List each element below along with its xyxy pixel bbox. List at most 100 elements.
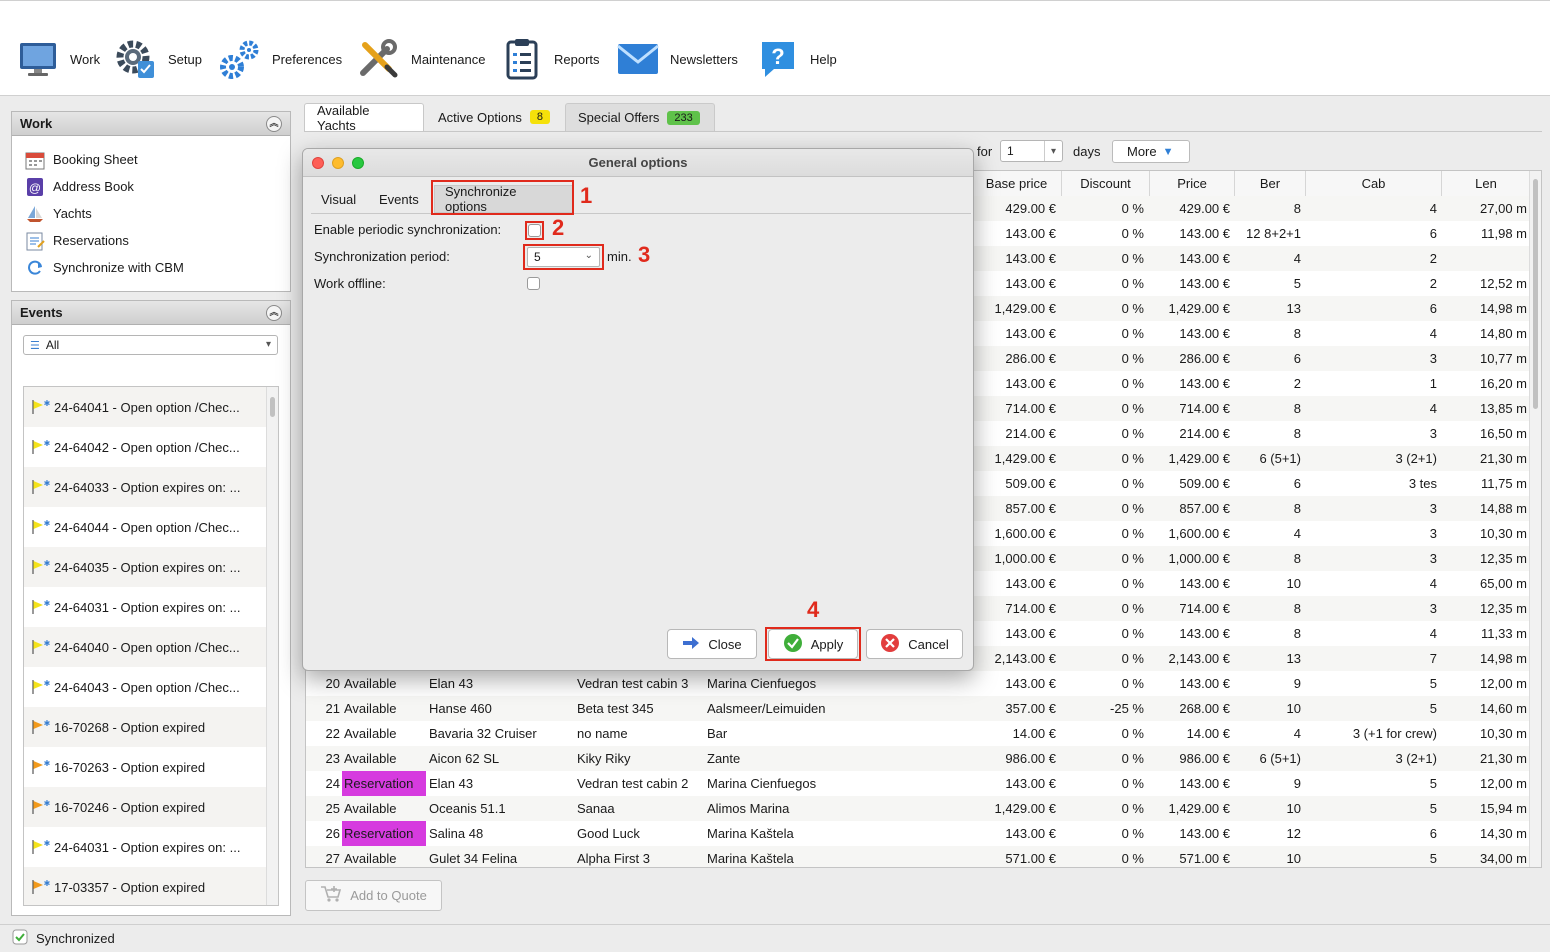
- column-header-ber[interactable]: Ber: [1235, 171, 1306, 197]
- list-item[interactable]: ✱ 16-70246 - Option expired: [24, 787, 278, 827]
- work-item-booking-sheet[interactable]: Booking Sheet: [12, 146, 290, 173]
- list-item[interactable]: ✱ 24-64031 - Option expires on: ...: [24, 827, 278, 867]
- events-list: ✱ 24-64041 - Open option /Chec... ✱ 24-6404…: [23, 386, 279, 906]
- status-cell: Reservation: [342, 821, 426, 846]
- days-select[interactable]: 1 ▾: [1000, 140, 1063, 162]
- table-cell: 986.00 €: [1005, 751, 1056, 766]
- list-item[interactable]: ✱ 24-64041 - Open option /Chec...: [24, 387, 278, 427]
- svg-text:✱: ✱: [44, 719, 51, 728]
- clipboard-icon: [500, 37, 544, 81]
- toolbar-preferences-button[interactable]: Preferences: [218, 37, 342, 81]
- table-row[interactable]: 20 Available Elan 43 Vedran test cabin 3 Mar…: [306, 671, 1531, 696]
- svg-text:✱: ✱: [44, 799, 51, 808]
- table-scrollbar[interactable]: [1529, 171, 1541, 867]
- cancel-x-icon: [880, 633, 900, 656]
- column-header-base-price[interactable]: Base price: [972, 171, 1062, 197]
- dialog-tab-label: Events: [379, 191, 419, 207]
- table-row[interactable]: 24 Reservation Elan 43 Vedran test cabin 2 M…: [306, 771, 1531, 796]
- table-cell: 3: [1429, 501, 1437, 516]
- list-item[interactable]: ✱ 24-64033 - Option expires on: ...: [24, 467, 278, 507]
- tab-active-options[interactable]: Active Options 8: [426, 103, 562, 131]
- toolbar-newsletters-button[interactable]: Newsletters: [616, 37, 738, 81]
- table-scrollbar-thumb[interactable]: [1533, 179, 1538, 409]
- table-cell: 143.00 €: [1179, 276, 1230, 291]
- table-cell: 143.00 €: [1179, 326, 1230, 341]
- dialog-tab-events[interactable]: Events: [369, 185, 429, 213]
- table-cell: 21: [325, 701, 340, 716]
- table-row[interactable]: 22 Available Bavaria 32 Cruiser no name Bar 1…: [306, 721, 1531, 746]
- table-cell: 0 %: [1121, 226, 1144, 241]
- events-scrollbar-thumb[interactable]: [270, 397, 275, 417]
- add-to-quote-button[interactable]: Add to Quote: [305, 880, 442, 911]
- table-cell: 714.00 €: [1005, 601, 1056, 616]
- table-row[interactable]: 21 Available Hanse 460 Beta test 345 Aalsmee…: [306, 696, 1531, 721]
- column-header-cab[interactable]: Cab: [1306, 171, 1442, 197]
- list-item[interactable]: ✱ 16-70268 - Option expired: [24, 707, 278, 747]
- dialog-tab-visual[interactable]: Visual: [311, 185, 366, 213]
- list-item[interactable]: ✱ 24-64040 - Open option /Chec...: [24, 627, 278, 667]
- table-cell: Kiky Riky: [577, 751, 631, 766]
- cancel-button-label: Cancel: [908, 636, 949, 652]
- flag-icon: ✱: [30, 879, 52, 895]
- toolbar-help-button[interactable]: ? Help: [756, 37, 837, 81]
- events-filter-select[interactable]: ☰ All ▾: [23, 335, 278, 355]
- close-button-label: Close: [708, 636, 742, 652]
- tab-available-yachts[interactable]: Available Yachts: [304, 103, 424, 133]
- column-header-len[interactable]: Len: [1442, 171, 1531, 197]
- list-item[interactable]: ✱ 24-64031 - Option expires on: ...: [24, 587, 278, 627]
- table-cell: 14,98 m: [1480, 651, 1527, 666]
- flag-icon: ✱: [30, 519, 52, 535]
- close-window-icon[interactable]: [312, 157, 324, 169]
- list-item[interactable]: ✱ 16-70263 - Option expired: [24, 747, 278, 787]
- cancel-button[interactable]: Cancel: [866, 629, 963, 659]
- toolbar-reports-button[interactable]: Reports: [500, 37, 600, 81]
- list-item[interactable]: ✱ 24-64043 - Open option /Chec...: [24, 667, 278, 707]
- list-item[interactable]: ✱ 24-64035 - Option expires on: ...: [24, 547, 278, 587]
- events-scrollbar[interactable]: [266, 387, 278, 905]
- table-cell: no name: [577, 726, 628, 741]
- annotation-box-1: [431, 180, 574, 215]
- maximize-window-icon[interactable]: [352, 157, 364, 169]
- table-cell: Good Luck: [577, 826, 640, 841]
- table-cell: 13: [1286, 301, 1301, 316]
- work-item-yachts[interactable]: Yachts: [12, 200, 290, 227]
- collapse-events-panel-icon[interactable]: ︽: [266, 304, 282, 321]
- table-cell: 34,00 m: [1480, 851, 1527, 866]
- list-item[interactable]: ✱ 24-64044 - Open option /Chec...: [24, 507, 278, 547]
- table-cell: 0 %: [1121, 676, 1144, 691]
- table-cell: Vedran test cabin 2: [577, 776, 689, 791]
- column-header-price[interactable]: Price: [1150, 171, 1235, 197]
- list-item[interactable]: ✱ 24-64042 - Open option /Chec...: [24, 427, 278, 467]
- table-cell: 6: [1293, 351, 1301, 366]
- table-row[interactable]: 26 Reservation Salina 48 Good Luck Marina Ka…: [306, 821, 1531, 846]
- table-row[interactable]: 27 Available Gulet 34 Felina Alpha First 3 M…: [306, 846, 1531, 867]
- minimize-window-icon[interactable]: [332, 157, 344, 169]
- table-row[interactable]: 25 Available Oceanis 51.1 Sanaa Alimos Marin…: [306, 796, 1531, 821]
- status-text: Synchronized: [36, 931, 115, 946]
- toolbar-setup-button[interactable]: Setup: [114, 37, 202, 81]
- table-cell: 714.00 €: [1005, 401, 1056, 416]
- table-cell: 714.00 €: [1179, 601, 1230, 616]
- event-text: 16-70246 - Option expired: [54, 799, 206, 815]
- table-cell: 0 %: [1121, 276, 1144, 291]
- table-cell: 4: [1429, 201, 1437, 216]
- table-cell: Marina Kaštela: [707, 826, 794, 841]
- table-cell: 268.00 €: [1179, 701, 1230, 716]
- work-item-address-book[interactable]: @ Address Book: [12, 173, 290, 200]
- work-item-synchronize-cbm[interactable]: Synchronize with CBM: [12, 254, 290, 281]
- toolbar-work-button[interactable]: Work: [16, 37, 100, 81]
- collapse-work-panel-icon[interactable]: ︽: [266, 115, 282, 132]
- more-button[interactable]: More ▼: [1112, 140, 1190, 163]
- close-button[interactable]: Close: [667, 629, 757, 659]
- work-item-reservations[interactable]: Reservations: [12, 227, 290, 254]
- main-toolbar: Work Setup Preferences Maintenance Repor…: [0, 0, 1550, 96]
- days-label: days: [1073, 144, 1101, 159]
- work-offline-checkbox[interactable]: [527, 277, 540, 290]
- tab-special-offers[interactable]: Special Offers 233: [565, 103, 715, 131]
- list-item[interactable]: ✱ 17-03357 - Option expired: [24, 867, 278, 905]
- toolbar-maintenance-button[interactable]: Maintenance: [357, 37, 485, 81]
- table-cell: 0 %: [1121, 351, 1144, 366]
- event-text: 24-64042 - Open option /Chec...: [54, 439, 240, 455]
- table-row[interactable]: 23 Available Aicon 62 SL Kiky Riky Zante 986.…: [306, 746, 1531, 771]
- column-header-discount[interactable]: Discount: [1062, 171, 1150, 197]
